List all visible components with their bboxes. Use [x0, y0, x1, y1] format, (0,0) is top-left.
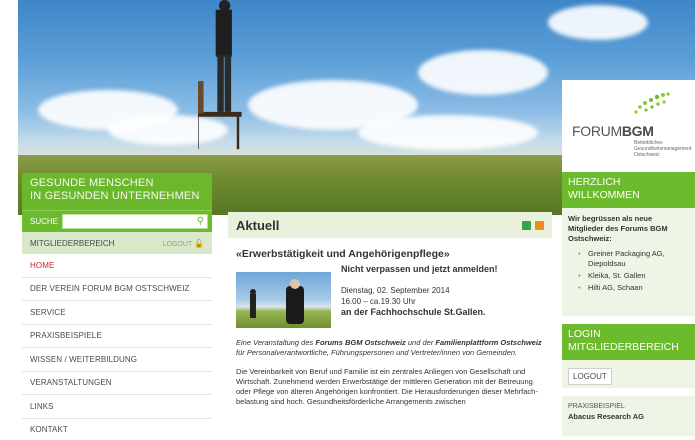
header-icons: [522, 220, 544, 230]
event-time: 16.00 – ca.19.30 Uhr: [341, 297, 416, 306]
sidebar-heading-line: GESUNDE MENSCHEN: [30, 177, 154, 189]
intro-org: Forums BGM Ostschweiz: [315, 338, 406, 347]
article-headline[interactable]: «Erwerbstätigkeit und Angehörigenpflege»: [236, 248, 544, 260]
sidebar-item-links[interactable]: LINKS: [22, 395, 212, 419]
list-item: Hilti AG, Schaan: [578, 283, 689, 293]
members-area-row[interactable]: MITGLIEDERBEREICH LOGOUT 🔓: [22, 232, 212, 254]
intro-org: Familienplattform Ostschweiz: [435, 338, 542, 347]
logo-forum: FORUM: [572, 123, 622, 139]
right-sidebar: FORUMBGM Betriebliches Gesundheitsmanage…: [562, 80, 695, 440]
forum-bgm-logo[interactable]: FORUMBGM Betriebliches Gesundheitsmanage…: [562, 80, 695, 172]
welcome-heading-line: WILLKOMMEN: [568, 189, 640, 201]
list-item: Greiner Packaging AG, Diepoldsau: [578, 249, 689, 269]
cloud: [548, 5, 648, 40]
logout-button[interactable]: LOGOUT: [568, 368, 612, 385]
members-logout-label: LOGOUT: [162, 240, 193, 248]
man-on-chair-illustration: [198, 0, 242, 150]
teaser-cta: Nicht verpassen und jetzt anmelden!: [341, 264, 498, 274]
main-header: Aktuell: [228, 212, 552, 238]
login-heading-line: MITGLIEDERBEREICH: [568, 341, 679, 353]
new-members-list: Greiner Packaging AG, Diepoldsau Kleika,…: [568, 249, 689, 293]
practice-company: Abacus Research AG: [568, 412, 645, 421]
rss-icon[interactable]: [535, 220, 544, 230]
sidebar-item-home[interactable]: HOME: [22, 254, 212, 278]
welcome-heading: HERZLICH WILLKOMMEN: [562, 172, 695, 208]
practice-example-box[interactable]: PRAXISBEISPIEL Abacus Research AG: [562, 396, 695, 436]
members-area-label: MITGLIEDERBEREICH: [30, 238, 115, 248]
event-date: Dienstag, 02. September 2014: [341, 286, 450, 295]
sidebar-item-kontakt[interactable]: KONTAKT: [22, 418, 212, 440]
article-paragraph: Die Vereinbarkeit von Beruf und Familie …: [236, 367, 538, 406]
login-heading: LOGIN MITGLIEDERBEREICH: [562, 324, 695, 360]
practice-label: PRAXISBEISPIEL: [568, 403, 625, 410]
login-heading-line: LOGIN: [568, 328, 601, 340]
search-input[interactable]: ⚲: [62, 214, 208, 229]
sidebar-item-service[interactable]: SERVICE: [22, 301, 212, 325]
lock-icon: 🔓: [194, 238, 204, 248]
intro-text: und der: [405, 338, 436, 347]
welcome-heading-line: HERZLICH: [568, 176, 621, 188]
sidebar-heading: GESUNDE MENSCHEN IN GESUNDEN UNTERNEHMEN: [22, 173, 212, 210]
members-logout-link[interactable]: LOGOUT 🔓: [163, 239, 204, 248]
intro-text: für Personalverantwortliche, Führungsper…: [236, 348, 518, 357]
article-image: [236, 272, 331, 328]
sidebar-item-veranstaltungen[interactable]: VERANSTALTUNGEN: [22, 371, 212, 395]
article-intro: Eine Veranstaltung des Forums BGM Ostsch…: [236, 338, 544, 358]
search-label: SUCHE: [30, 217, 59, 226]
cloud: [418, 50, 548, 95]
welcome-intro: Wir begrüssen als neue Mitglieder des Fo…: [568, 214, 668, 243]
people-illustration: [250, 279, 304, 324]
page-title: Aktuell: [236, 217, 280, 233]
main-content: Aktuell «Erwerbstätigkeit und Angehörige…: [228, 212, 552, 440]
search-row: SUCHE ⚲: [22, 210, 212, 232]
sidebar-item-praxisbeispiele[interactable]: PRAXISBEISPIELE: [22, 324, 212, 348]
list-item: Kleika, St. Gallen: [578, 271, 689, 281]
login-box: LOGOUT: [562, 360, 695, 388]
article: «Erwerbstätigkeit und Angehörigenpflege»…: [228, 238, 552, 407]
article-teaser: Nicht verpassen und jetzt anmelden! Dien…: [236, 264, 544, 328]
event-location: an der Fachhochschule St.Gallen.: [341, 307, 486, 317]
sidebar-item-verein[interactable]: DER VEREIN FORUM BGM OSTSCHWEIZ: [22, 277, 212, 301]
logo-dots-graphic: [634, 92, 670, 114]
logo-bgm: BGM: [621, 123, 654, 139]
share-icon[interactable]: [522, 220, 531, 230]
left-sidebar: GESUNDE MENSCHEN IN GESUNDEN UNTERNEHMEN…: [22, 173, 212, 440]
teaser-text: Nicht verpassen und jetzt anmelden! Dien…: [331, 264, 498, 328]
sidebar-heading-line: IN GESUNDEN UNTERNEHMEN: [30, 190, 200, 202]
page: GESUNDE MENSCHEN IN GESUNDEN UNTERNEHMEN…: [0, 0, 695, 440]
cloud: [358, 115, 538, 150]
logo-wordmark: FORUMBGM: [572, 123, 654, 139]
logo-subtitle-line: Ostschweiz: [634, 152, 660, 158]
welcome-box: Wir begrüssen als neue Mitglieder des Fo…: [562, 208, 695, 316]
logo-subtitle: Betriebliches Gesundheitsmanagement Osts…: [634, 140, 691, 158]
intro-text: Eine Veranstaltung des: [236, 338, 316, 347]
search-icon[interactable]: ⚲: [197, 216, 204, 227]
sidebar-item-wissen[interactable]: WISSEN / WEITERBILDUNG: [22, 348, 212, 372]
